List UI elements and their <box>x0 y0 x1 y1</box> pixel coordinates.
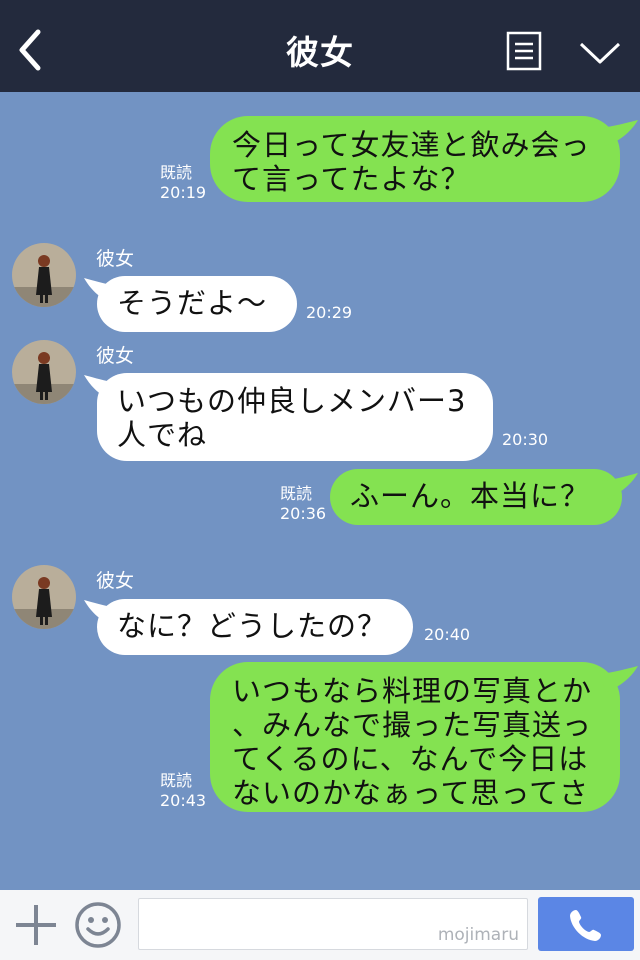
message-line: 、みんなで撮った写真送っ <box>232 708 593 742</box>
avatar-image <box>12 340 76 404</box>
sender-name: 彼女 <box>96 248 135 270</box>
message-time: 20:43 <box>160 791 207 810</box>
message-line: ないのかなぁって思ってさ <box>232 776 590 810</box>
avatar[interactable] <box>12 340 76 404</box>
message-time: 20:36 <box>280 504 327 523</box>
message-line: そうだよ〜 <box>117 286 268 320</box>
chat-title: 彼女 <box>286 33 354 72</box>
message-bubble[interactable]: いつもなら料理の写真とか 、みんなで撮った写真送っ てくるのに、なんで今日は な… <box>210 662 620 812</box>
chevron-down-icon[interactable] <box>578 38 622 68</box>
message-line: なに？どうしたの？ <box>117 609 388 643</box>
message-meta: 既読 20:43 <box>160 771 206 811</box>
message-list[interactable]: 既読 20:19 今日って女友達と飲み会っ て言ってたよな？ 彼女 そうだよ〜 … <box>0 92 640 890</box>
chat-header: 彼女 <box>0 0 640 92</box>
message-line: て言ってたよな？ <box>232 162 471 196</box>
bubble-tail <box>600 120 638 146</box>
message-bubble[interactable]: 今日って女友達と飲み会っ て言ってたよな？ <box>210 116 620 202</box>
read-receipt: 既読 <box>280 484 313 503</box>
sender-name: 彼女 <box>96 345 135 367</box>
message-meta: 既読 20:19 <box>160 163 206 203</box>
message-bubble[interactable]: なに？どうしたの？ <box>97 599 413 655</box>
plus-icon[interactable] <box>14 903 58 947</box>
message-line: 人でね <box>117 418 208 452</box>
menu-icon[interactable] <box>506 31 542 71</box>
message-time: 20:40 <box>424 625 471 644</box>
message-time: 20:29 <box>306 303 353 322</box>
message-line: いつもの仲良しメンバー3 <box>117 384 467 418</box>
message-bubble[interactable]: そうだよ〜 <box>97 276 297 332</box>
message-bubble[interactable]: ふーん。本当に？ <box>330 469 622 525</box>
avatar-image <box>12 243 76 307</box>
watermark: mojimaru <box>437 925 519 945</box>
call-button[interactable] <box>538 897 634 951</box>
message-line: てくるのに、なんで今日は <box>232 742 589 776</box>
avatar[interactable] <box>12 243 76 307</box>
message-line: いつもなら料理の写真とか <box>232 674 593 708</box>
bubble-tail <box>602 473 638 499</box>
message-input[interactable]: mojimaru <box>138 898 528 950</box>
read-receipt: 既読 <box>160 163 193 182</box>
smile-icon[interactable] <box>74 901 122 949</box>
message-line: ふーん。本当に？ <box>350 479 591 513</box>
avatar-image <box>12 565 76 629</box>
phone-icon <box>570 910 601 941</box>
avatar[interactable] <box>12 565 76 629</box>
bubble-tail <box>600 666 638 692</box>
message-meta: 既読 20:36 <box>280 484 326 524</box>
message-time: 20:30 <box>502 430 549 449</box>
message-bubble[interactable]: いつもの仲良しメンバー3 人でね <box>97 373 493 461</box>
sender-name: 彼女 <box>96 570 135 592</box>
read-receipt: 既読 <box>160 771 193 790</box>
message-line: 今日って女友達と飲み会っ <box>232 128 591 162</box>
message-time: 20:19 <box>160 183 207 202</box>
